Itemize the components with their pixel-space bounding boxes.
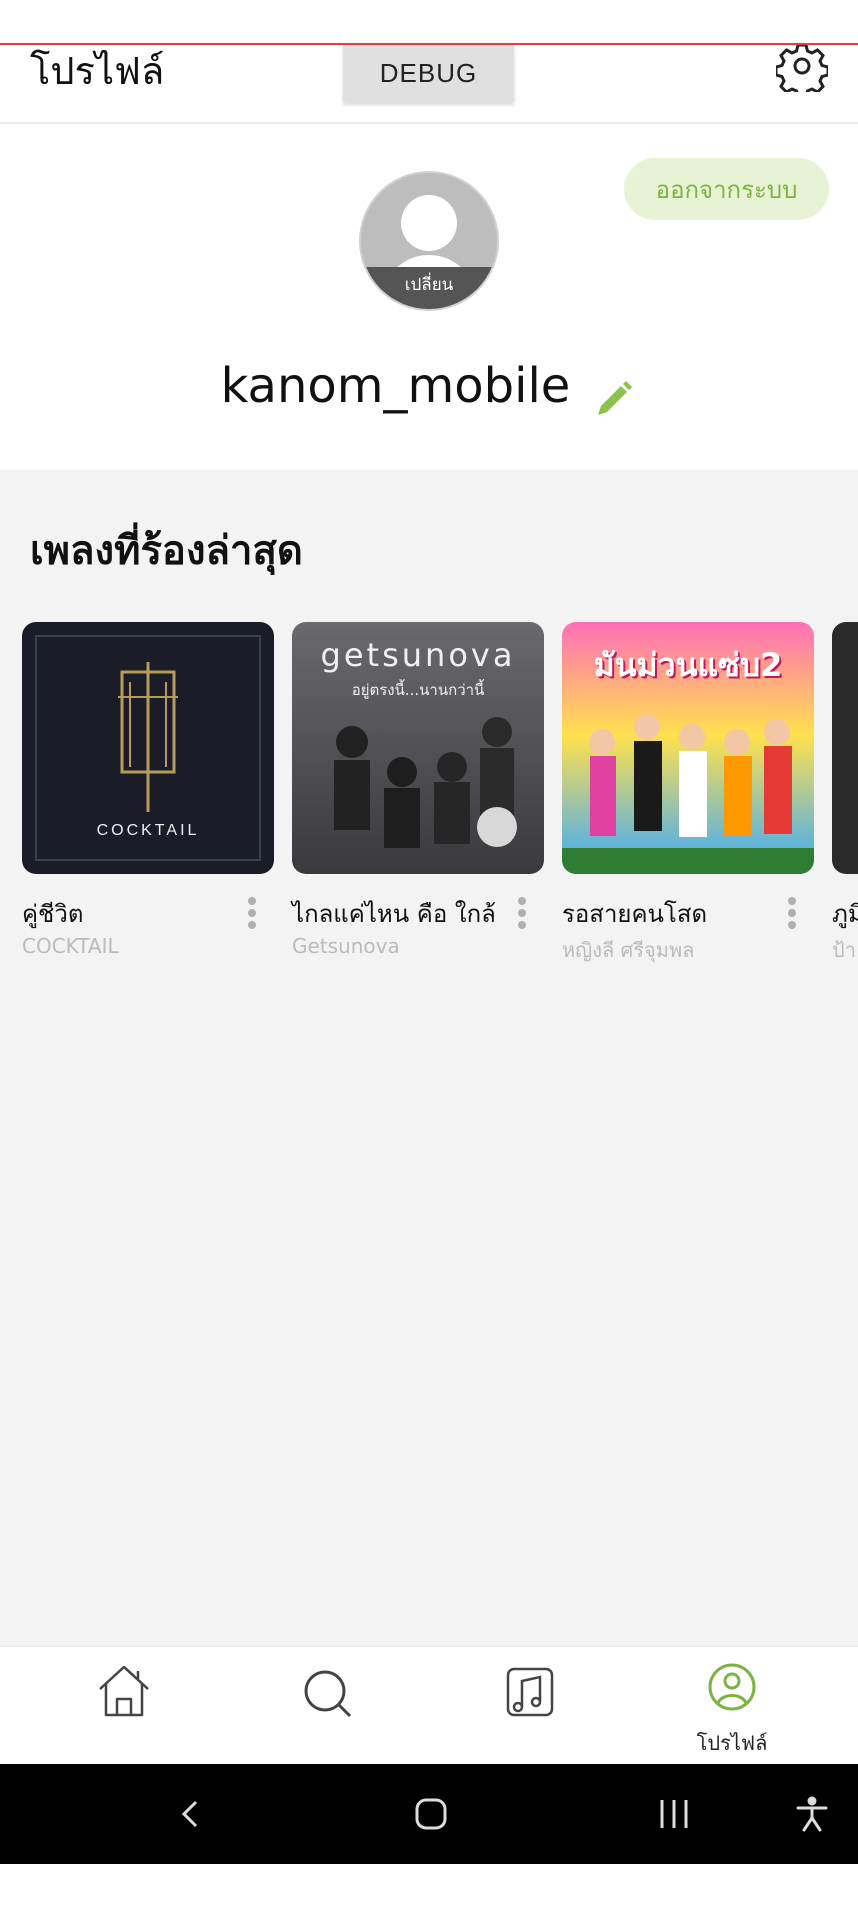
top-app-bar: โปรไฟล์ DEBUG xyxy=(0,0,858,124)
rounded-square-icon xyxy=(415,1798,447,1830)
more-options-button[interactable] xyxy=(242,894,262,934)
song-artist: Getsunova xyxy=(292,934,400,958)
avatar[interactable]: เปลี่ยน xyxy=(361,173,497,309)
debug-button[interactable]: DEBUG xyxy=(343,44,514,102)
section-title: เพลงที่ร้องล่าสุด xyxy=(30,528,303,574)
more-options-button[interactable] xyxy=(512,894,532,934)
more-options-button[interactable] xyxy=(782,894,802,934)
song-title: ไกลแค่ไหน คือ ใกล้ xyxy=(292,900,496,928)
album-cover[interactable] xyxy=(832,622,858,874)
nav-songs[interactable] xyxy=(470,1647,590,1765)
search-icon xyxy=(304,1670,352,1718)
change-avatar-label[interactable]: เปลี่ยน xyxy=(361,267,497,309)
settings-button[interactable] xyxy=(774,40,830,99)
song-artist: COCKTAIL xyxy=(22,934,119,958)
nav-profile[interactable]: โปรไฟล์ xyxy=(672,1647,792,1765)
recent-songs-carousel[interactable]: COCKTAIL คู่ชีวิต COCKTAIL getsunova อยู… xyxy=(22,622,858,1022)
album-cover[interactable]: COCKTAIL xyxy=(22,622,274,874)
band-photo-art xyxy=(334,717,517,848)
artists-photo-art xyxy=(562,714,814,874)
song-artist: หญิงลี ศรีจุมพล xyxy=(562,938,695,962)
logout-button[interactable]: ออกจากระบบ xyxy=(624,158,829,220)
username-row: kanom_mobile xyxy=(0,358,858,420)
bottom-padding xyxy=(0,1864,858,1907)
username: kanom_mobile xyxy=(220,358,571,414)
system-back-button[interactable] xyxy=(172,1794,212,1834)
profile-icon xyxy=(708,1663,756,1711)
song-title: คู่ชีวิต xyxy=(22,900,84,928)
bottom-navigation-bar: โปรไฟล์ xyxy=(0,1646,858,1764)
chevron-left-icon xyxy=(181,1800,198,1828)
song-title: ภูมิ xyxy=(832,900,858,928)
song-card[interactable]: COCKTAIL คู่ชีวิต COCKTAIL xyxy=(22,622,274,958)
avatar-head-shape xyxy=(401,195,457,251)
system-navigation-bar xyxy=(0,1764,858,1864)
album-cover[interactable]: getsunova อยู่ตรงนี้...นานกว่านี้ xyxy=(292,622,544,874)
page-title: โปรไฟล์ xyxy=(30,49,165,93)
recent-songs-section: เพลงที่ร้องล่าสุด COCKTAIL คู่ชีวิต COCK… xyxy=(0,470,858,1646)
system-recents-button[interactable] xyxy=(654,1794,694,1834)
system-home-button[interactable] xyxy=(411,1794,451,1834)
song-card[interactable]: มันม่วนแซ่บ2 รอสายคนโสด หญิงลี ศรีจุมพล xyxy=(562,622,814,962)
song-card[interactable]: ภูมิ ป้า xyxy=(832,622,858,962)
home-icon xyxy=(99,1665,149,1717)
accessibility-button[interactable] xyxy=(792,1794,832,1834)
nav-home[interactable] xyxy=(64,1647,184,1765)
song-title: รอสายคนโสด xyxy=(562,900,708,928)
recent-apps-icon xyxy=(660,1800,688,1828)
nav-search[interactable] xyxy=(268,1647,388,1765)
music-note-icon xyxy=(506,1667,554,1717)
pencil-edit-icon[interactable] xyxy=(593,376,637,420)
nav-label-profile: โปรไฟล์ xyxy=(696,1731,768,1755)
profile-section: ออกจากระบบ เปลี่ยน kanom_mobile xyxy=(0,126,858,470)
cover-text: COCKTAIL xyxy=(96,822,200,839)
accessibility-icon xyxy=(796,1796,828,1832)
song-card[interactable]: getsunova อยู่ตรงนี้...นานกว่านี้ ไกลแค่… xyxy=(292,622,544,958)
top-divider-line xyxy=(0,43,858,45)
album-cover[interactable]: มันม่วนแซ่บ2 xyxy=(562,622,814,874)
song-artist: ป้า xyxy=(832,938,856,962)
gear-icon xyxy=(774,43,830,99)
